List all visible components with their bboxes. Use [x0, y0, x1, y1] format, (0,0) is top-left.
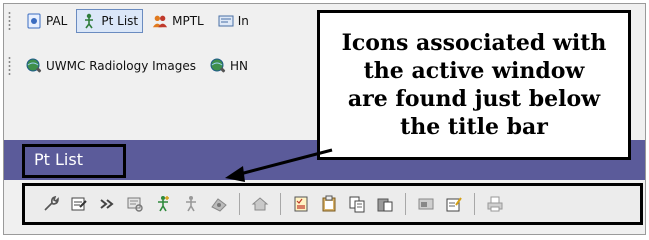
toolbar-button-label: UWMC Radiology Images: [46, 59, 196, 73]
toolbar-separator: [474, 193, 475, 215]
more-chevron-icon[interactable]: [97, 194, 117, 214]
toolbar-grip[interactable]: [8, 56, 11, 76]
document-icon: [26, 13, 42, 29]
toolbar-button-mptl[interactable]: MPTL: [147, 9, 209, 33]
people-icon: [152, 13, 168, 29]
checklist-icon[interactable]: [291, 194, 311, 214]
toolbar-button-uwmc-radiology-images[interactable]: UWMC Radiology Images: [21, 54, 201, 78]
paste-icon[interactable]: [375, 194, 395, 214]
wrench-icon[interactable]: [41, 194, 61, 214]
inbox-icon: [218, 13, 234, 29]
toolbar-button-label: MPTL: [172, 14, 204, 28]
toolbar-button-pal[interactable]: PAL: [21, 9, 72, 33]
patient-list-icon: [81, 13, 97, 29]
globe-icon: [210, 58, 226, 74]
toolbar-button-in[interactable]: In: [213, 9, 254, 33]
toolbar-button-label: Pt List: [101, 14, 139, 28]
toolbar-separator: [405, 193, 406, 215]
toolbar-button-label: In: [237, 14, 249, 28]
copy-icon[interactable]: [347, 194, 367, 214]
clipboard-icon[interactable]: [319, 194, 339, 214]
add-patient-icon[interactable]: [153, 194, 173, 214]
print-preview-icon[interactable]: [125, 194, 145, 214]
properties-icon[interactable]: [69, 194, 89, 214]
toolbar-button-hn[interactable]: HN: [205, 54, 253, 78]
toolbar-grip[interactable]: [8, 11, 11, 31]
toolbar-button-pt-list[interactable]: Pt List: [76, 9, 144, 33]
toolbar-separator: [280, 193, 281, 215]
callout-text: Icons associated with the active window …: [341, 30, 607, 140]
remove-patient-icon[interactable]: [181, 194, 201, 214]
toolbar-separator: [239, 193, 240, 215]
print-icon[interactable]: [485, 194, 505, 214]
window-icon[interactable]: [416, 194, 436, 214]
window-icon-toolbar: [22, 183, 643, 225]
toolbar-button-label: PAL: [46, 14, 68, 28]
edit-note-icon[interactable]: [444, 194, 464, 214]
home-icon[interactable]: [250, 194, 270, 214]
transfer-icon[interactable]: [209, 194, 229, 214]
callout-box: Icons associated with the active window …: [317, 10, 631, 160]
window-title: Pt List: [34, 150, 83, 169]
globe-icon: [26, 58, 42, 74]
toolbar-button-label: HN: [229, 59, 248, 73]
